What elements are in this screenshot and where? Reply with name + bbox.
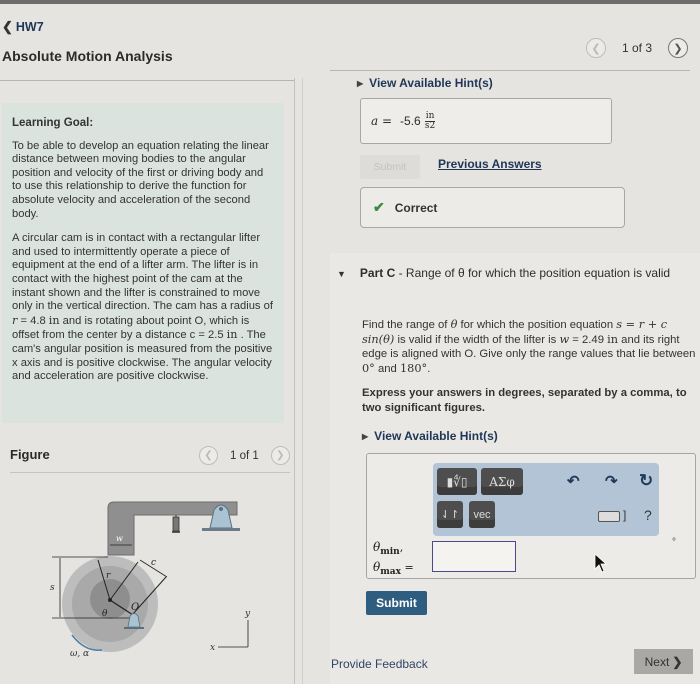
correct-feedback-box: ✔ Correct xyxy=(360,187,625,228)
question-text: and xyxy=(374,362,400,375)
chevron-right-icon: ❯ xyxy=(673,42,683,55)
templates-button[interactable]: ▮∜▯ xyxy=(437,468,477,495)
answer-variable: a = xyxy=(371,114,393,128)
c-unit: in xyxy=(226,328,238,342)
page-title: Absolute Motion Analysis xyxy=(2,48,173,64)
submit-button-disabled: Submit xyxy=(360,155,420,179)
question-text: . xyxy=(427,362,431,375)
part-c-header[interactable]: ▼ Part C - Range of θ for which the posit… xyxy=(337,265,687,283)
keyboard-shortcut-bracket: ] xyxy=(623,508,627,522)
O-label: O xyxy=(131,602,139,613)
greek-symbols-button[interactable]: ΑΣφ xyxy=(481,468,523,495)
correct-label: Correct xyxy=(394,200,438,215)
divider xyxy=(330,70,690,71)
learning-goal-heading: Learning Goal: xyxy=(12,117,94,129)
c-value: c = 2.5 xyxy=(189,329,227,342)
theta-range-input[interactable] xyxy=(432,541,516,572)
spring-icon xyxy=(172,515,180,533)
max-subscript: max xyxy=(380,567,401,578)
chevron-left-icon: ❮ xyxy=(204,450,213,461)
next-problem-button[interactable]: ❯ xyxy=(668,38,689,58)
range-max: 180° xyxy=(399,361,428,375)
vector-button[interactable]: vec xyxy=(469,501,495,528)
w-variable: w xyxy=(559,332,570,346)
min-subscript: min xyxy=(380,547,400,558)
provide-feedback-link[interactable]: Provide Feedback xyxy=(331,657,428,671)
figure-heading: Figure xyxy=(10,447,50,462)
answer-unit: in s2 xyxy=(424,110,436,131)
submitted-answer-box: a = -5.6 in s2 xyxy=(360,98,612,144)
mouse-cursor-icon xyxy=(594,553,608,573)
pager-text: 1 of 3 xyxy=(622,41,653,55)
figure-pager-text: 1 of 1 xyxy=(230,449,259,462)
top-border xyxy=(0,0,700,4)
chevron-right-icon: ❯ xyxy=(276,450,285,461)
r-value: = 4.8 xyxy=(17,314,49,327)
column-divider xyxy=(294,78,295,684)
unit-denominator: s2 xyxy=(424,120,436,131)
next-label: Next xyxy=(644,654,670,669)
caret-right-icon: ▶ xyxy=(357,78,364,88)
subscript-superscript-button[interactable]: ⇃↾ xyxy=(437,501,463,528)
range-min: 0° xyxy=(362,361,375,375)
previous-problem-button[interactable]: ❮ xyxy=(586,38,606,58)
problem-text: A circular cam is in contact with a rect… xyxy=(12,232,273,313)
divider xyxy=(10,472,290,473)
next-figure-button[interactable]: ❯ xyxy=(270,446,290,465)
answer-value: -5.6 xyxy=(400,114,421,128)
cam-lifter-figure: w s r c θ O ω, α x y xyxy=(50,501,251,659)
w-label: w xyxy=(116,534,123,543)
redo-icon[interactable]: ↷ xyxy=(605,472,618,490)
hint-link-label: View Available Hint(s) xyxy=(369,76,493,90)
chevron-left-icon: ❮ xyxy=(591,42,601,55)
caret-right-icon: ▶ xyxy=(362,431,369,441)
w-value: = 2.49 xyxy=(569,333,608,346)
checkmark-icon: ✔ xyxy=(373,199,385,215)
problem-statement: A circular cam is in contact with a rect… xyxy=(12,232,274,384)
learning-goal-text: To be able to develop an equation relati… xyxy=(12,139,269,220)
chevron-right-icon: ❯ xyxy=(672,654,683,669)
x-axis-label: x xyxy=(210,643,215,653)
r-unit: in xyxy=(48,313,60,327)
r-label: r xyxy=(106,571,111,581)
question-text: for which the position equation xyxy=(457,319,617,331)
theta-label: θ xyxy=(102,609,108,619)
hint-link-label: View Available Hint(s) xyxy=(374,429,498,443)
reset-icon[interactable]: ↻ xyxy=(639,471,653,491)
learning-goal-panel: Learning Goal: To be able to develop an … xyxy=(2,103,284,423)
answer-instructions: Express your answers in degrees, separat… xyxy=(362,387,687,414)
omega-alpha-label: ω, α xyxy=(70,649,89,659)
keyboard-icon[interactable] xyxy=(598,511,620,522)
question-text: Find the range of xyxy=(362,319,451,331)
previous-answers-link[interactable]: Previous Answers xyxy=(438,157,542,171)
unit-numerator: in xyxy=(424,110,436,122)
column-divider xyxy=(302,78,303,684)
previous-figure-button[interactable]: ❮ xyxy=(199,446,218,465)
problem-pager: ❮ 1 of 3 ❯ xyxy=(586,38,689,58)
question-text: is valid if the width of the lifter is xyxy=(394,333,560,346)
chevron-left-icon: ❮ xyxy=(2,19,13,34)
divider xyxy=(0,80,294,81)
part-c-label: Part C xyxy=(359,266,396,280)
c-label: c xyxy=(151,558,156,568)
back-to-hw7-link[interactable]: ❮ HW7 xyxy=(2,19,44,35)
submit-button[interactable]: Submit xyxy=(366,591,427,615)
back-link-label: HW7 xyxy=(15,20,44,34)
answer-input-label: θmin, θmax = xyxy=(373,540,414,578)
help-button[interactable]: ? xyxy=(644,507,652,523)
next-button[interactable]: Next ❯ xyxy=(634,649,693,674)
s-label: s xyxy=(50,583,55,593)
undo-icon[interactable]: ↶ xyxy=(567,472,580,490)
math-toolbar: ▮∜▯ ΑΣφ ⇃↾ vec ↶ ↷ ↻ ] ? xyxy=(433,463,659,536)
y-axis-label: y xyxy=(244,609,251,619)
caret-down-icon: ▼ xyxy=(337,269,346,279)
part-c-title: - Range of θ for which the position equa… xyxy=(395,266,671,280)
view-hints-link-part-c[interactable]: ▶ View Available Hint(s) xyxy=(362,429,498,443)
part-c-question: Find the range of θ for which the positi… xyxy=(362,318,697,376)
view-hints-link[interactable]: ▶ View Available Hint(s) xyxy=(357,76,493,90)
degree-unit: ° xyxy=(672,537,676,548)
w-unit: in xyxy=(607,332,619,346)
figure-pager: ❮ 1 of 1 ❯ xyxy=(199,446,290,465)
